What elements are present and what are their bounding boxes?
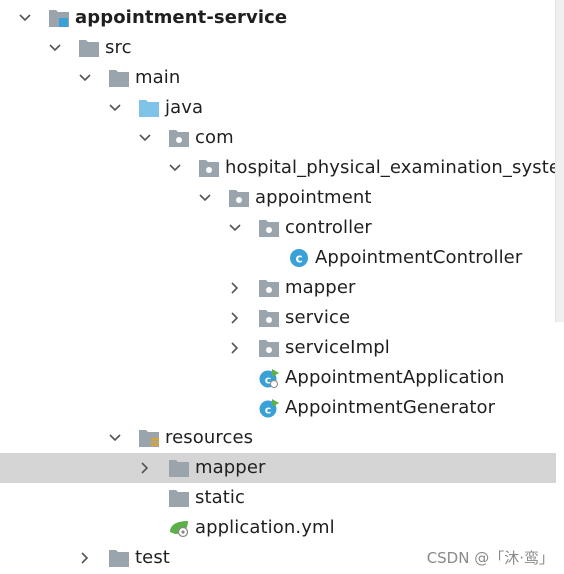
tree-label: static [195, 487, 246, 508]
svg-text:c: c [265, 404, 272, 417]
chevron-right-icon[interactable] [74, 543, 96, 573]
chevron-right-icon[interactable] [224, 303, 246, 333]
tree-label: serviceImpl [285, 337, 390, 358]
yaml-file-icon [168, 518, 190, 538]
tree-row-mapper[interactable]: mapper [0, 273, 556, 303]
svg-text:c: c [295, 252, 302, 266]
tree-label: application.yml [195, 517, 335, 538]
folder-icon [168, 488, 190, 508]
tree-label: appointment-service [75, 7, 288, 28]
chevron-down-icon[interactable] [14, 3, 36, 33]
folder-icon [168, 458, 190, 478]
tree-label: resources [165, 427, 254, 448]
tree-row-application-yml[interactable]: application.yml [0, 513, 556, 543]
tree-row-appointment[interactable]: appointment [0, 183, 556, 213]
tree-row-service-impl[interactable]: serviceImpl [0, 333, 556, 363]
tree-row-appointment-generator[interactable]: c AppointmentGenerator [0, 393, 556, 423]
chevron-down-icon[interactable] [224, 213, 246, 243]
tree-label: hospital_physical_examination_system [225, 157, 564, 178]
tree-label: AppointmentApplication [285, 367, 505, 388]
tree-label: test [135, 547, 170, 568]
package-icon [258, 218, 280, 238]
tree-label: com [195, 127, 234, 148]
tree-label: service [285, 307, 351, 328]
folder-icon [108, 548, 130, 568]
tree-label: java [165, 97, 204, 118]
package-icon [258, 308, 280, 328]
tree-row-resources[interactable]: resources [0, 423, 556, 453]
project-tree: appointment-service src main java com ho… [0, 3, 564, 573]
tree-label: appointment [255, 187, 372, 208]
package-icon [258, 338, 280, 358]
tree-row-java[interactable]: java [0, 93, 556, 123]
package-icon [168, 128, 190, 148]
tree-label: mapper [285, 277, 356, 298]
tree-label: mapper [195, 457, 266, 478]
spring-boot-class-icon: c [258, 368, 280, 388]
vertical-scrollbar[interactable] [555, 0, 564, 322]
resources-folder-icon [138, 428, 160, 448]
chevron-down-icon[interactable] [104, 423, 126, 453]
tree-row-service[interactable]: service [0, 303, 556, 333]
chevron-down-icon[interactable] [134, 123, 156, 153]
tree-row-module-root[interactable]: appointment-service [0, 3, 556, 33]
package-icon [228, 188, 250, 208]
tree-row-static[interactable]: static [0, 483, 556, 513]
tree-label: controller [285, 217, 372, 238]
chevron-right-icon[interactable] [134, 453, 156, 483]
tree-row-src[interactable]: src [0, 33, 556, 63]
tree-label: AppointmentGenerator [285, 397, 496, 418]
tree-row-appointment-controller[interactable]: c AppointmentController [0, 243, 556, 273]
tree-label: AppointmentController [315, 247, 523, 268]
tree-row-main[interactable]: main [0, 63, 556, 93]
chevron-down-icon[interactable] [164, 153, 186, 183]
package-icon [258, 278, 280, 298]
module-icon [48, 8, 70, 28]
folder-icon [78, 38, 100, 58]
class-icon: c [288, 248, 310, 268]
tree-label: main [135, 67, 181, 88]
chevron-down-icon[interactable] [44, 33, 66, 63]
chevron-right-icon[interactable] [224, 333, 246, 363]
chevron-right-icon[interactable] [224, 273, 246, 303]
tree-label: src [105, 37, 132, 58]
java-folder-icon [138, 98, 160, 118]
tree-row-controller[interactable]: controller [0, 213, 556, 243]
chevron-down-icon[interactable] [194, 183, 216, 213]
chevron-down-icon[interactable] [74, 63, 96, 93]
watermark-text: CSDN @「沐·鸾」 [426, 549, 554, 567]
tree-row-hps[interactable]: hospital_physical_examination_system [0, 153, 564, 183]
tree-row-resources-mapper[interactable]: mapper [0, 453, 556, 483]
tree-row-appointment-application[interactable]: c AppointmentApplication [0, 363, 556, 393]
chevron-down-icon[interactable] [104, 93, 126, 123]
package-icon [198, 158, 220, 178]
runnable-class-icon: c [258, 398, 280, 418]
tree-row-com[interactable]: com [0, 123, 556, 153]
folder-icon [108, 68, 130, 88]
